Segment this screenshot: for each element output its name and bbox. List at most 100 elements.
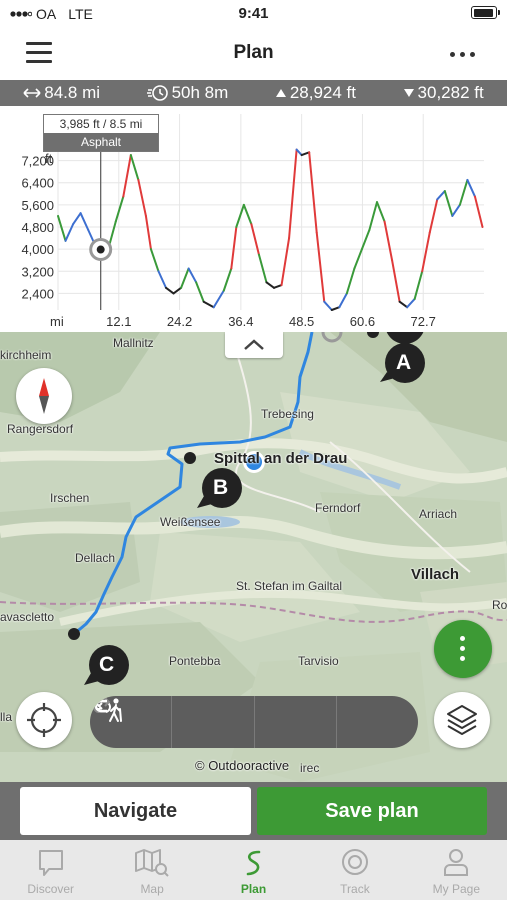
tab-map[interactable]: Map: [101, 840, 202, 900]
page-title: Plan: [233, 42, 274, 63]
elevation-tooltip: 3,985 ft / 8.5 mi Asphalt: [43, 114, 159, 152]
route-stats-bar: 84.8 mi 50h 8m 28,924 ft 30,282 ft: [0, 80, 507, 106]
map-view[interactable]: A B C Mallnitz kirchheim Rangersdorf Tre…: [0, 332, 507, 782]
collapse-profile-button[interactable]: [225, 332, 283, 358]
elevation-line-segment: [187, 267, 198, 284]
ascent-value: 28,924 ft: [289, 83, 356, 102]
compass-button[interactable]: [16, 368, 72, 424]
elevation-line-segment: [345, 267, 356, 295]
tooltip-surface: Asphalt: [44, 133, 158, 151]
elevation-line-segment: [165, 286, 175, 295]
elevation-line-segment: [338, 292, 348, 309]
elevation-profile[interactable]: ft 7,200 6,400 5,600 4,800 4,000 3,200 2,400 mi…: [0, 106, 507, 332]
save-plan-button[interactable]: Save plan: [257, 787, 487, 835]
elevation-line-segment: [308, 151, 318, 234]
crosshair-icon: [27, 703, 61, 737]
place-label-kirchheim: kirchheim: [0, 348, 52, 362]
place-label-trebesing: Trebesing: [261, 407, 314, 421]
place-label-weissensee: Weißensee: [160, 515, 221, 529]
elevation-line-segment: [398, 300, 409, 309]
duration-value: 50h 8m: [171, 83, 229, 102]
place-label-pontebba: Pontebba: [169, 654, 221, 668]
record-icon: [341, 849, 368, 875]
x-tick-label: 72.7: [411, 314, 436, 329]
distance-value: 84.8 mi: [44, 83, 101, 102]
descent-arrow-icon: [403, 89, 414, 97]
x-tick-label: 36.4: [228, 314, 253, 329]
y-tick-label: 4,800: [21, 220, 54, 235]
bottom-tab-bar: Discover Map Plan Track My Page: [0, 840, 507, 900]
place-label-tarvisio: Tarvisio: [298, 654, 339, 668]
elevation-line-segment: [222, 267, 233, 292]
place-label-st-stefan: St. Stefan im Gailtal: [236, 579, 343, 593]
tab-my-page[interactable]: My Page: [406, 840, 507, 900]
tab-map-label: Map: [140, 882, 164, 896]
locate-me-button[interactable]: [16, 692, 72, 748]
clock: 9:41: [238, 5, 269, 22]
map-copyright[interactable]: © Outdooractive: [195, 758, 289, 773]
elevation-line-segment: [57, 214, 67, 242]
elevation-line-segment: [72, 212, 82, 226]
place-label-ferndorf: Ferndorf: [315, 501, 361, 515]
elevation-line-segment: [428, 198, 439, 234]
tab-discover[interactable]: Discover: [0, 840, 101, 900]
place-label-ravascletto: avascletto: [0, 610, 55, 624]
elevation-line-segment: [353, 248, 363, 270]
status-bar: OA LTE 9:41: [0, 0, 507, 28]
elevation-line-segment: [250, 223, 260, 256]
x-tick-label: 24.2: [167, 314, 192, 329]
distance-stat: 84.8 mi: [23, 83, 100, 103]
elevation-line-segment: [413, 270, 424, 300]
elevation-line-segment: [315, 231, 326, 303]
elevation-line-segment: [360, 228, 371, 251]
more-options-icon[interactable]: [450, 52, 475, 57]
y-tick-label: 7,200: [21, 154, 54, 169]
elevation-line-segment: [157, 270, 168, 289]
ascent-stat: 28,924 ft: [275, 83, 356, 103]
y-tick-label: 2,400: [21, 286, 54, 301]
waypoint-c-label: C: [99, 653, 115, 676]
elevation-line-segment: [473, 195, 484, 228]
route-icon: [246, 850, 260, 876]
elevation-line-segment: [144, 214, 152, 251]
elevation-line-segment: [137, 178, 147, 217]
elevation-line-segment: [451, 203, 461, 217]
x-tick-label: 48.5: [289, 314, 314, 329]
tab-plan[interactable]: Plan: [203, 840, 304, 900]
elevation-line-segment: [300, 151, 311, 157]
distance-arrows-icon: [23, 88, 41, 98]
person-icon: [444, 849, 469, 876]
elevation-line-segment: [368, 201, 378, 231]
place-label-arriach: Arriach: [419, 507, 458, 521]
ascent-arrow-icon: [275, 89, 286, 97]
tab-track[interactable]: Track: [304, 840, 405, 900]
elevation-line-segment: [273, 284, 283, 289]
battery-icon: [471, 6, 500, 19]
tab-track-label: Track: [340, 882, 370, 896]
elevation-line-segment: [436, 190, 446, 201]
elevation-line-segment: [242, 203, 253, 226]
layers-icon: [447, 705, 477, 735]
place-label-ro: Ro: [492, 598, 507, 612]
elevation-line-segment: [265, 281, 276, 289]
place-label-illa: lla: [0, 710, 13, 724]
chevron-up-icon: [244, 339, 264, 350]
elevation-line-segment: [202, 300, 215, 309]
more-actions-fab[interactable]: [434, 620, 492, 678]
elevation-line-segment: [330, 306, 341, 311]
place-label-mallnitz: Mallnitz: [113, 336, 154, 350]
map-layers-button[interactable]: [434, 692, 490, 748]
elevation-line-segment: [458, 178, 469, 206]
navigate-button[interactable]: Navigate: [20, 787, 251, 835]
undo-button[interactable]: [93, 696, 255, 748]
elevation-line-segment: [391, 259, 401, 303]
tab-my-page-label: My Page: [432, 882, 480, 896]
return-to-start-button[interactable]: [94, 696, 418, 748]
place-label-spittal: Spittal an der Drau: [214, 450, 348, 467]
elevation-line-segment: [122, 154, 132, 198]
duration-stat: 50h 8m: [146, 83, 229, 103]
route-edit-toolbar: [90, 696, 418, 748]
redo-button[interactable]: [93, 696, 337, 748]
y-tick-label: 4,000: [21, 242, 54, 257]
y-tick-label: 6,400: [21, 176, 54, 191]
